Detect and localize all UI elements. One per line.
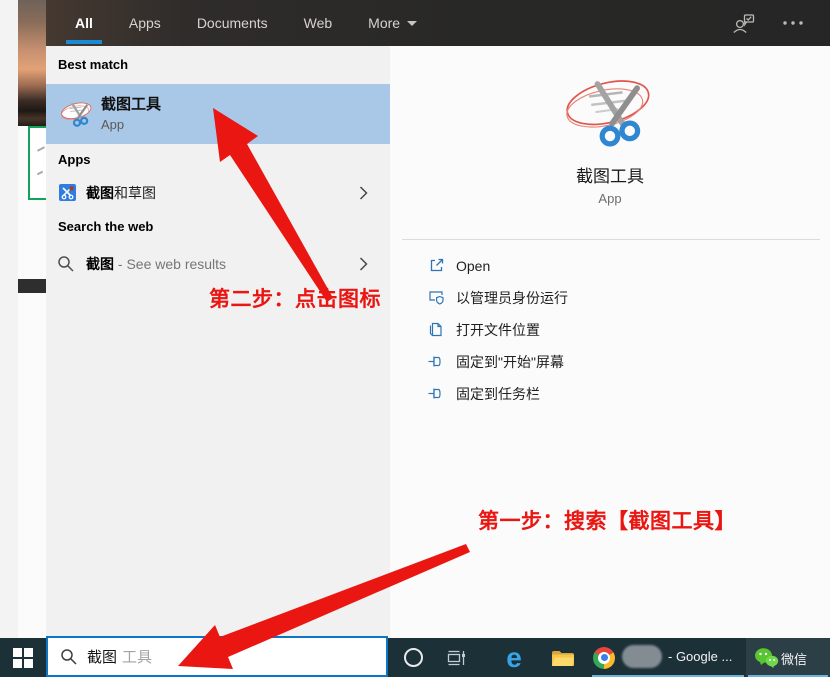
tab-more-label: More (368, 15, 400, 31)
result-label: 截图 - See web results (86, 254, 226, 274)
tab-more[interactable]: More (363, 0, 422, 46)
desktop-wallpaper-sliver (18, 0, 46, 126)
tab-web-label: Web (304, 15, 333, 31)
snipping-tool-icon (59, 93, 95, 133)
tab-documents[interactable]: Documents (192, 0, 273, 46)
preview-panel: 截图工具 App Open (390, 46, 830, 638)
active-tab-underline (66, 40, 102, 44)
chevron-right-icon[interactable] (359, 186, 368, 201)
search-suggestion-text: 工具 (122, 646, 152, 667)
open-icon (428, 257, 445, 274)
best-match-result[interactable]: 截图工具 App (46, 84, 390, 144)
cortana-button[interactable] (403, 638, 423, 677)
chrome-window-button[interactable] (592, 638, 616, 677)
apps-header: Apps (58, 152, 91, 167)
action-open[interactable]: Open (390, 250, 830, 282)
action-label: 以管理员身份运行 (456, 288, 568, 308)
edge-icon: e (506, 638, 522, 677)
wechat-button[interactable] (753, 638, 779, 677)
snip-and-sketch-icon (59, 184, 76, 201)
feedback-person-icon[interactable] (732, 12, 756, 34)
pin-icon (428, 353, 445, 370)
tiny-text-mark (37, 171, 43, 176)
action-label: Open (456, 258, 490, 274)
label-rest: - See web results (114, 256, 226, 272)
action-label: 打开文件位置 (456, 320, 540, 340)
tiny-text-mark (37, 146, 45, 152)
file-explorer-button[interactable] (549, 638, 575, 677)
run-as-admin-icon (428, 289, 445, 306)
action-open-file-location[interactable]: 打开文件位置 (390, 314, 830, 346)
result-label: 截图和草图 (86, 183, 156, 203)
divider (402, 239, 820, 240)
query-highlight: 截图 (86, 185, 114, 201)
chevron-right-icon[interactable] (359, 257, 368, 272)
windows-search-screen: All Apps Documents Web More (0, 0, 830, 677)
action-list: Open 以管理员身份运行 (390, 250, 830, 410)
tab-all[interactable]: All (70, 0, 98, 46)
label-rest: 和草图 (114, 185, 156, 201)
tab-all-label: All (75, 15, 93, 31)
action-run-as-admin[interactable]: 以管理员身份运行 (390, 282, 830, 314)
tab-web[interactable]: Web (299, 0, 338, 46)
blurred-window-title (622, 645, 662, 668)
windows-logo-icon (13, 648, 33, 668)
taskbar: 截图 工具 e (0, 638, 830, 677)
filter-tabs: All Apps Documents Web More (70, 0, 422, 46)
search-icon (57, 255, 75, 273)
folder-icon (551, 648, 574, 667)
app-type: App (390, 191, 830, 206)
chrome-icon (593, 647, 615, 669)
action-label: 固定到"开始"屏幕 (456, 352, 564, 372)
best-match-type: App (101, 117, 124, 132)
background-window-edge (0, 0, 18, 638)
chevron-down-icon (407, 21, 417, 26)
action-pin-to-start[interactable]: 固定到"开始"屏幕 (390, 346, 830, 378)
query-highlight: 截图 (86, 256, 114, 272)
search-results-panel: Best match 截图工具 App Apps (46, 46, 390, 638)
tab-apps[interactable]: Apps (124, 0, 166, 46)
result-web-search[interactable]: 截图 - See web results (46, 245, 390, 283)
ellipsis-icon[interactable] (782, 20, 804, 26)
edge-button[interactable]: e (501, 638, 527, 677)
file-location-icon (428, 321, 445, 338)
task-view-icon (446, 648, 467, 668)
chrome-window-label[interactable]: - Google ... (668, 649, 732, 664)
wechat-icon (754, 647, 779, 669)
best-match-header: Best match (58, 57, 128, 72)
search-the-web-header: Search the web (58, 219, 153, 234)
start-button[interactable] (0, 638, 46, 677)
step1-annotation: 第一步：搜索【截图工具】 (478, 505, 736, 535)
cortana-circle-icon (404, 648, 423, 667)
tab-documents-label: Documents (197, 15, 268, 31)
wechat-label[interactable]: 微信 (781, 649, 807, 668)
result-snip-and-sketch[interactable]: 截图和草图 (46, 174, 390, 212)
action-label: 固定到任务栏 (456, 384, 540, 404)
step2-annotation: 第二步：点击图标 (209, 283, 381, 313)
tab-apps-label: Apps (129, 15, 161, 31)
search-filter-bar: All Apps Documents Web More (46, 0, 830, 46)
pin-icon (428, 385, 445, 402)
task-view-button[interactable] (445, 638, 467, 677)
app-title: 截图工具 (390, 162, 830, 187)
search-icon (60, 648, 78, 666)
taskbar-search-input[interactable]: 截图 工具 (46, 636, 388, 677)
background-dark-element (18, 279, 46, 293)
search-typed-text: 截图 (87, 646, 117, 667)
snipping-tool-icon (560, 62, 660, 156)
best-match-title: 截图工具 (101, 93, 161, 114)
action-pin-to-taskbar[interactable]: 固定到任务栏 (390, 378, 830, 410)
